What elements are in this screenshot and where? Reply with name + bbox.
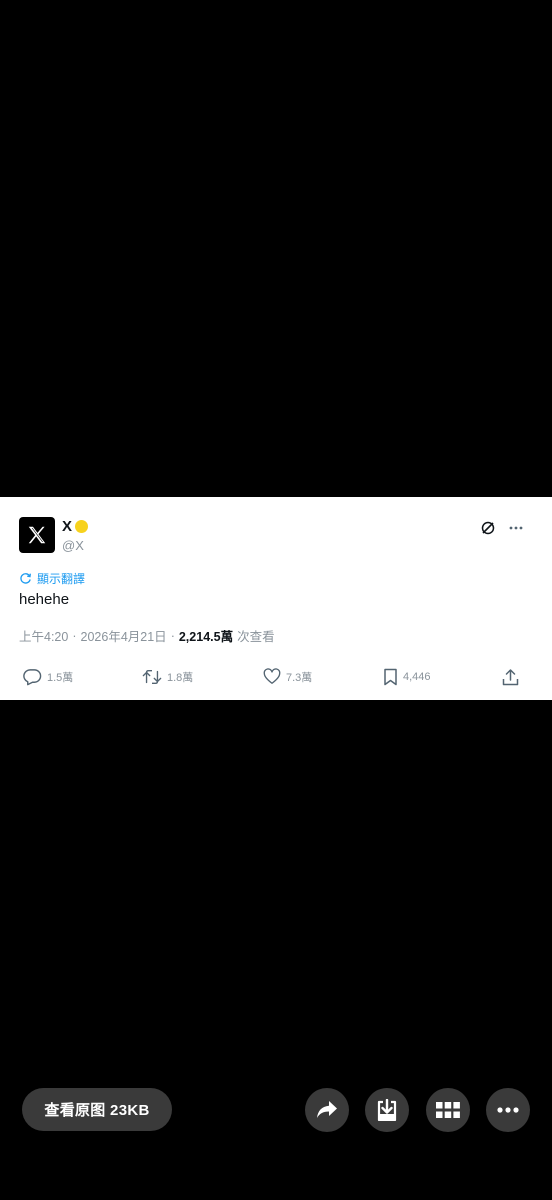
display-name-row[interactable]: X bbox=[62, 518, 89, 535]
share-image-button[interactable] bbox=[305, 1088, 349, 1132]
display-name[interactable]: X bbox=[62, 518, 72, 535]
show-translation-link[interactable]: 顯示翻譯 bbox=[19, 570, 85, 587]
tweet-actions: 1.5萬 1.8萬 7.3萬 4,446 bbox=[0, 668, 552, 690]
views-count[interactable]: 2,214.5萬 bbox=[179, 626, 233, 645]
tweet-top-actions bbox=[480, 520, 524, 536]
verified-badge-icon bbox=[75, 520, 89, 533]
download-button[interactable] bbox=[365, 1088, 409, 1132]
tweet-card: X @X 顯示翻譯 hehehe 上午4:20 · 2026年4月21日 · 2… bbox=[0, 497, 552, 700]
avatar[interactable] bbox=[19, 517, 55, 553]
grid-icon bbox=[436, 1102, 460, 1118]
tweet-text: hehehe bbox=[19, 591, 70, 608]
tweet-time[interactable]: 上午4:20 bbox=[19, 626, 68, 645]
more-horizontal-icon bbox=[497, 1107, 519, 1113]
grok-icon[interactable] bbox=[480, 520, 496, 536]
meta-separator-2: · bbox=[170, 628, 175, 643]
bookmark-button[interactable]: 4,446 bbox=[383, 668, 431, 686]
retweet-icon bbox=[142, 669, 162, 685]
bookmark-count: 4,446 bbox=[403, 671, 431, 683]
tweet-date[interactable]: 2026年4月21日 bbox=[81, 626, 167, 645]
translate-label[interactable]: 顯示翻譯 bbox=[37, 570, 85, 587]
share-arrow-icon bbox=[317, 1101, 337, 1118]
bookmark-icon bbox=[384, 668, 397, 686]
tweet-meta: 上午4:20 · 2026年4月21日 · 2,214.5萬 次查看 bbox=[19, 626, 275, 645]
views-label: 次查看 bbox=[237, 630, 275, 644]
share-icon bbox=[502, 669, 519, 686]
reply-count: 1.5萬 bbox=[47, 672, 74, 684]
reply-icon bbox=[23, 669, 42, 686]
retweet-count: 1.8萬 bbox=[167, 672, 194, 684]
more-icon[interactable] bbox=[508, 525, 524, 531]
more-options-button[interactable] bbox=[486, 1088, 530, 1132]
download-icon bbox=[377, 1099, 397, 1121]
x-logo-icon bbox=[28, 526, 46, 544]
view-original-button[interactable]: 查看原图 23KB bbox=[22, 1088, 172, 1131]
like-button[interactable]: 7.3萬 bbox=[263, 668, 312, 685]
share-button[interactable] bbox=[502, 668, 519, 686]
reply-button[interactable]: 1.5萬 bbox=[23, 668, 73, 686]
translate-icon bbox=[20, 573, 31, 584]
user-handle[interactable]: @X bbox=[62, 538, 84, 553]
retweet-button[interactable]: 1.8萬 bbox=[142, 668, 193, 686]
grid-view-button[interactable] bbox=[426, 1088, 470, 1132]
image-viewer: X @X 顯示翻譯 hehehe 上午4:20 · 2026年4月21日 · 2… bbox=[0, 0, 552, 1200]
like-icon bbox=[263, 668, 281, 684]
like-count: 7.3萬 bbox=[286, 671, 313, 684]
meta-separator: · bbox=[72, 628, 77, 643]
